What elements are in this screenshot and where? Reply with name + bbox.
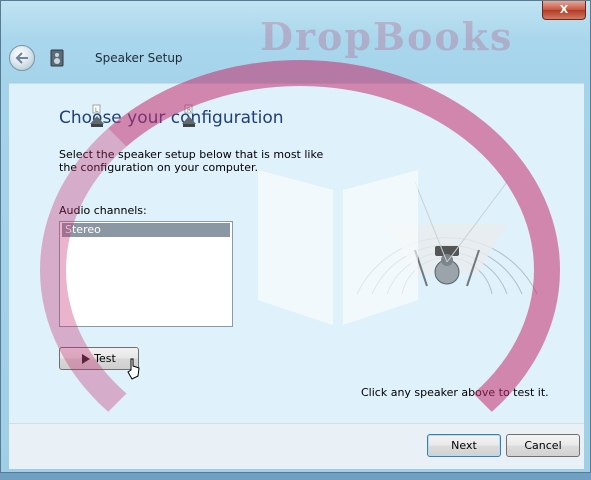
speaker-label-right: R <box>187 107 191 114</box>
instructions-line: the configuration on your computer. <box>59 161 258 174</box>
window-title: Speaker Setup <box>95 51 183 65</box>
next-button[interactable]: Next <box>427 434 501 457</box>
speaker-setup-window: X Speaker Setup Choose your configuratio… <box>0 0 591 473</box>
instructions-text: Select the speaker setup below that is m… <box>59 148 349 174</box>
wizard-footer: Next Cancel <box>9 423 584 469</box>
instructions-line: Select the speaker setup below that is m… <box>59 148 324 161</box>
mouse-cursor-icon <box>127 358 140 380</box>
list-item-stereo[interactable]: Stereo <box>62 223 230 237</box>
test-button-label: Test <box>94 352 116 365</box>
back-arrow-icon <box>15 52 28 64</box>
speaker-icon[interactable]: L <box>87 104 107 130</box>
speaker-diagram <box>356 181 538 295</box>
speaker-icon[interactable]: R <box>179 104 199 130</box>
audio-channels-list[interactable]: Stereo <box>59 221 233 327</box>
content-panel: Choose your configuration Select the spe… <box>9 83 584 424</box>
test-hint-text: Click any speaker above to test it. <box>361 386 549 399</box>
play-icon <box>82 353 91 364</box>
speaker-app-icon <box>50 49 64 67</box>
cancel-button[interactable]: Cancel <box>506 434 580 457</box>
watermark-text: DropBooks <box>260 14 514 59</box>
close-button[interactable]: X <box>542 1 586 20</box>
audio-channels-label: Audio channels: <box>59 204 147 217</box>
back-button[interactable] <box>9 45 35 71</box>
